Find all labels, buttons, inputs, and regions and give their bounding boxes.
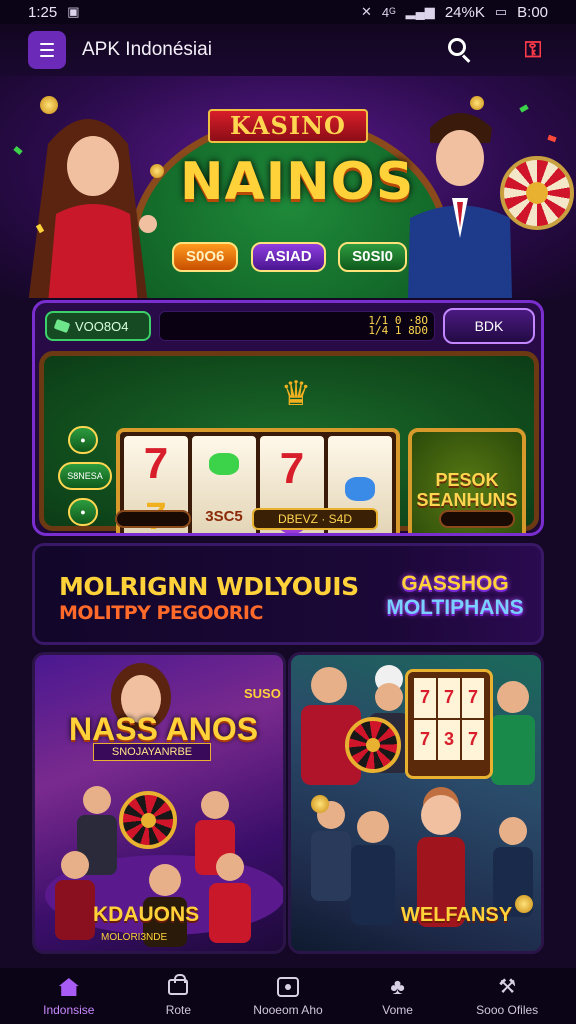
grape-symbol <box>209 452 239 475</box>
hero-chip-row: S0O6 ASIAD S0SI0 <box>172 242 407 272</box>
bell-symbol <box>345 477 375 501</box>
crown-icon: ♛ <box>280 375 312 413</box>
menu-icon <box>40 43 54 45</box>
spade-icon: ♣ <box>390 974 405 999</box>
nav-item-rote[interactable]: Rote <box>128 974 228 1017</box>
profile-icon: ⚿ <box>524 37 542 62</box>
floating-label: SUSO <box>244 686 281 701</box>
nav-item-vome[interactable]: ♣ Vome <box>348 974 448 1018</box>
status-bar: 1:25 ▣ ✕ 4ᴳ ▂▄▆ 24%K ▭ B:00 <box>0 0 576 24</box>
status-clock-right: B:00 <box>517 3 548 21</box>
nav-label: Sooo Ofiles <box>476 1003 539 1017</box>
bag-icon <box>168 974 189 995</box>
slot-bottom-bar: DBEVZ · S4D <box>115 507 515 531</box>
nav-item-home[interactable]: Indonsise <box>19 975 119 1017</box>
battery-percent: 24%K <box>444 3 485 21</box>
jackpot-counter: 1/1 0 ·8O 1/4 1 8D0 <box>368 314 428 337</box>
balance-label: VOO8O4 <box>75 318 129 334</box>
tools-icon: ⚒ <box>498 976 517 998</box>
hero-title: NAINOS <box>180 152 415 212</box>
slot-machine: ♛ ● S8NESA ● 7 7 3SC5 7 PESOK SEANHU <box>39 351 539 533</box>
roulette-wheel-graphic <box>345 717 401 773</box>
coin-decoration <box>150 164 164 178</box>
status-time: 1:25 <box>28 3 58 21</box>
side-label-button[interactable]: S8NESA <box>58 462 112 490</box>
card-left-tag: SNOJAYANRBE <box>93 743 211 761</box>
seven-symbol: 7 <box>143 439 169 489</box>
menu-button[interactable] <box>28 31 66 69</box>
search-button[interactable] <box>444 35 474 65</box>
slot-rail <box>439 510 515 528</box>
promo-title: MOLRIGNN WDLYOUIS <box>59 572 359 601</box>
roulette-wheel-graphic <box>119 791 177 849</box>
slot-top-bar: VOO8O4 1/1 0 ·8O 1/4 1 8D0 BDK <box>45 308 535 344</box>
coin-decoration <box>515 895 533 913</box>
card-left-footer-sub: MOLORI3NDE <box>101 932 168 943</box>
slot-side-controls: ● S8NESA ● <box>58 426 112 526</box>
card-right-footer: WELFANSY <box>401 904 513 926</box>
bars-icon: ▂▄▆ <box>405 4 435 19</box>
notification-icon: ▣ <box>67 4 80 19</box>
spin-button[interactable]: DBEVZ · S4D <box>252 508 378 530</box>
seven-symbol: 7 <box>279 444 305 493</box>
mini-slot-machine-graphic: 777 737 <box>405 669 493 779</box>
hero-chip-1[interactable]: S0O6 <box>172 242 239 272</box>
jackpot-display: 1/1 0 ·8O 1/4 1 8D0 <box>159 311 435 341</box>
hero-chip-2[interactable]: ASIAD <box>250 242 326 272</box>
video-icon <box>276 977 299 997</box>
nav-label: Rote <box>165 1003 192 1017</box>
coin-decoration <box>470 96 484 110</box>
balance-pill[interactable]: VOO8O4 <box>45 311 151 341</box>
roulette-wheel-graphic <box>500 156 574 230</box>
bet-button[interactable]: BDK <box>443 308 535 344</box>
nav-item-video[interactable]: Nooeom Aho <box>238 975 338 1017</box>
bottom-navigation: Indonsise Rote Nooeom Aho ♣ Vome ⚒ Sooo … <box>0 968 576 1024</box>
card-left-footer: KDAUONS <box>93 903 200 926</box>
slot-game-panel[interactable]: VOO8O4 1/1 0 ·8O 1/4 1 8D0 BDK ♛ ● S8NES… <box>32 300 544 536</box>
promo-badge-line1: GASSHOG <box>401 572 509 595</box>
coin-button[interactable]: ● <box>68 498 98 526</box>
hero-banner[interactable]: KASINO NAINOS S0O6 ASIAD S0SI0 <box>0 76 576 298</box>
gem-icon <box>53 318 71 334</box>
profile-button[interactable]: ⚿ <box>518 35 548 65</box>
coin-decoration <box>40 96 58 114</box>
promo-subtitle: MOLITPY PEGOORIC <box>59 602 263 624</box>
hero-kicker: KASINO <box>208 109 368 143</box>
app-bar: APK Indonésiai ⚿ <box>0 24 576 76</box>
game-card-right[interactable]: 777 737 WELFANSY <box>288 652 544 954</box>
confetti-decoration <box>519 104 529 113</box>
coin-decoration <box>311 795 329 813</box>
promo-badge: GASSHOG MOLTIPHANS <box>381 562 529 634</box>
nav-label: Nooeom Aho <box>253 1003 323 1017</box>
nav-item-profiles[interactable]: ⚒ Sooo Ofiles <box>457 975 557 1017</box>
signal-icon: 4ᴳ <box>381 4 396 20</box>
confetti-decoration <box>547 134 557 143</box>
nav-label: Vome <box>382 1003 413 1017</box>
mute-icon: ✕ <box>361 4 372 19</box>
coin-button[interactable]: ● <box>68 426 98 454</box>
battery-icon: ▭ <box>494 4 508 19</box>
home-icon <box>58 978 79 996</box>
slot-rail <box>115 510 191 528</box>
promo-badge-line2: MOLTIPHANS <box>386 596 524 619</box>
nav-label: Indonsise <box>43 1003 95 1017</box>
woman-character-illustration <box>28 119 157 298</box>
multiplier-promo-banner[interactable]: MOLRIGNN WDLYOUIS MOLITPY PEGOORIC GASSH… <box>32 543 544 645</box>
bonus-text: PESOK SEANHUNS <box>416 470 518 510</box>
app-title: APK Indonésiai <box>82 39 212 60</box>
hero-chip-3[interactable]: S0SI0 <box>338 242 407 272</box>
